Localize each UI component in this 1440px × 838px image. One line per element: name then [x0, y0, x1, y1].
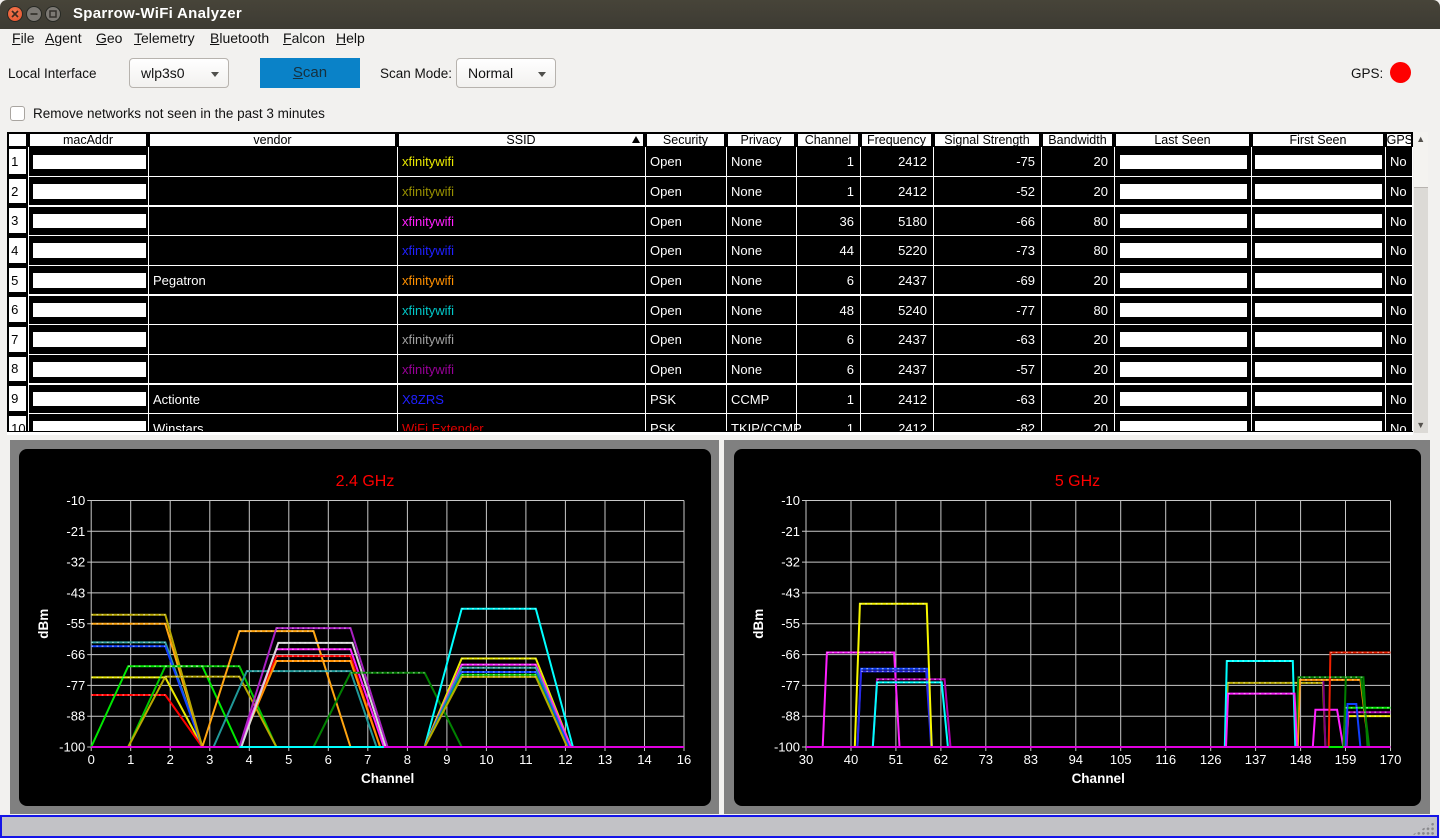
svg-text:6: 6 — [325, 752, 332, 767]
svg-text:170: 170 — [1380, 752, 1402, 767]
svg-text:-32: -32 — [781, 555, 800, 570]
svg-text:40: 40 — [844, 752, 858, 767]
svg-text:5: 5 — [285, 752, 292, 767]
svg-text:4: 4 — [246, 752, 253, 767]
svg-text:13: 13 — [598, 752, 612, 767]
svg-text:51: 51 — [889, 752, 903, 767]
svg-text:-55: -55 — [66, 616, 85, 631]
svg-text:9: 9 — [443, 752, 450, 767]
svg-text:-100: -100 — [59, 740, 85, 755]
svg-text:83: 83 — [1024, 752, 1038, 767]
svg-text:5 GHz: 5 GHz — [1055, 473, 1100, 490]
svg-text:137: 137 — [1245, 752, 1267, 767]
svg-text:-21: -21 — [781, 524, 800, 539]
svg-text:159: 159 — [1335, 752, 1357, 767]
svg-text:dBm: dBm — [36, 609, 51, 639]
svg-text:-21: -21 — [66, 524, 85, 539]
svg-text:30: 30 — [799, 752, 813, 767]
svg-text:dBm: dBm — [751, 609, 766, 639]
svg-text:126: 126 — [1200, 752, 1222, 767]
svg-text:-66: -66 — [66, 647, 85, 662]
svg-text:-10: -10 — [66, 493, 85, 508]
svg-text:11: 11 — [519, 752, 533, 767]
svg-text:73: 73 — [979, 752, 993, 767]
svg-text:-88: -88 — [781, 709, 800, 724]
svg-text:0: 0 — [88, 752, 95, 767]
svg-text:8: 8 — [404, 752, 411, 767]
svg-text:-77: -77 — [66, 678, 85, 693]
svg-text:-10: -10 — [781, 493, 800, 508]
svg-text:94: 94 — [1069, 752, 1083, 767]
svg-text:-77: -77 — [781, 678, 800, 693]
svg-text:148: 148 — [1290, 752, 1312, 767]
svg-text:-43: -43 — [66, 585, 85, 600]
svg-text:10: 10 — [479, 752, 493, 767]
svg-text:16: 16 — [677, 752, 691, 767]
svg-text:116: 116 — [1155, 752, 1176, 767]
svg-text:-100: -100 — [774, 740, 800, 755]
svg-text:2.4 GHz: 2.4 GHz — [336, 473, 395, 490]
svg-text:-43: -43 — [781, 585, 800, 600]
svg-text:-32: -32 — [66, 555, 85, 570]
svg-text:-55: -55 — [781, 616, 800, 631]
svg-text:1: 1 — [127, 752, 134, 767]
svg-text:3: 3 — [206, 752, 213, 767]
svg-text:-88: -88 — [66, 709, 85, 724]
svg-text:-66: -66 — [781, 647, 800, 662]
svg-text:12: 12 — [558, 752, 572, 767]
svg-text:Channel: Channel — [361, 771, 414, 786]
svg-text:2: 2 — [167, 752, 174, 767]
svg-text:105: 105 — [1110, 752, 1132, 767]
svg-text:62: 62 — [934, 752, 948, 767]
svg-text:7: 7 — [364, 752, 371, 767]
svg-text:14: 14 — [637, 752, 651, 767]
svg-text:Channel: Channel — [1072, 771, 1125, 786]
